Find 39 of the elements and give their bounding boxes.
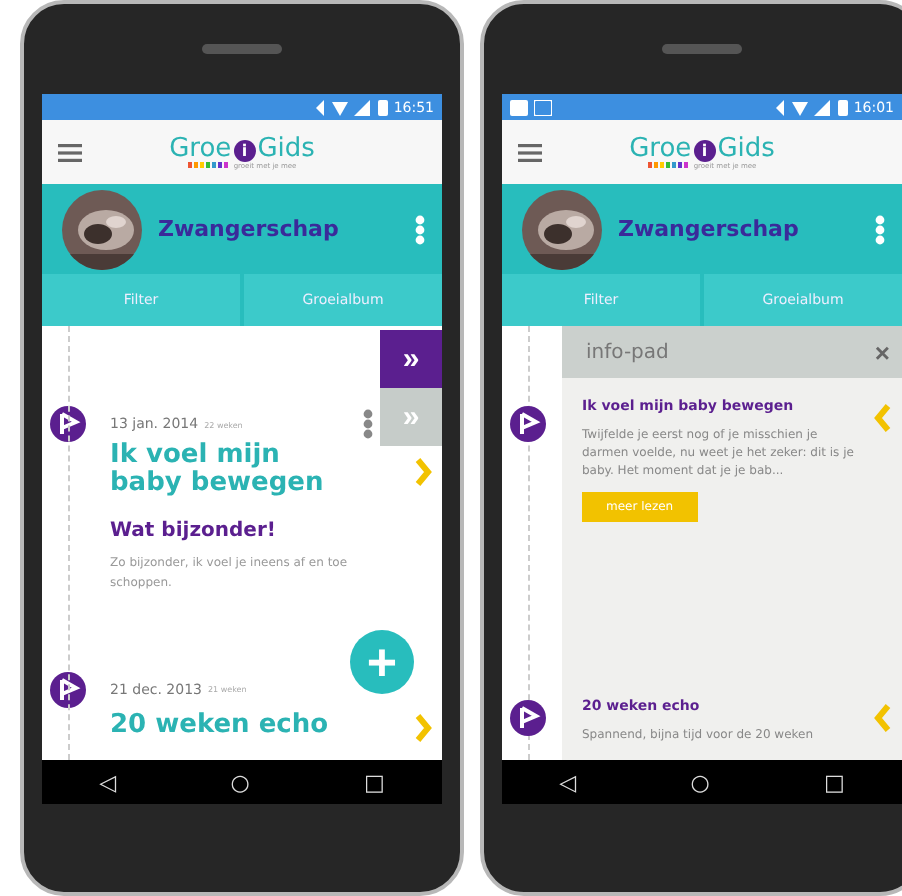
timeline-marker-icon (510, 700, 546, 736)
nav-key[interactable]: □ (356, 769, 393, 795)
timeline-marker-icon (50, 671, 86, 708)
timeline-marker-icon (510, 406, 546, 442)
profile-name: Zwangerschap (618, 216, 801, 242)
chevron-icon[interactable] (872, 702, 894, 734)
timeline-marker-icon (50, 406, 86, 442)
speaker-icon (202, 44, 282, 54)
menu-icon[interactable] (58, 143, 82, 161)
nav-key[interactable]: □ (816, 769, 853, 795)
signal-icon (315, 99, 372, 115)
profile-name: Zwangerschap (158, 216, 341, 242)
entry-title[interactable]: Ik voel mijn baby bewegen (110, 442, 350, 497)
logo: Groe i Gids (169, 135, 315, 161)
dots-icon (187, 162, 228, 168)
more-icon[interactable] (362, 408, 374, 440)
nav-key[interactable]: ◁ (91, 769, 125, 795)
panel-title: info-pad (586, 341, 671, 363)
entry-subtitle: Wat bijzonder! (110, 520, 278, 543)
dots-icon (647, 162, 688, 168)
nav-key[interactable]: ○ (682, 769, 718, 795)
battery-icon (377, 99, 388, 115)
expand-button[interactable]: » (380, 388, 442, 446)
chevron-icon[interactable] (412, 711, 434, 744)
chevron-icon[interactable] (412, 455, 434, 488)
chevron-icon[interactable] (872, 402, 894, 434)
nav-key[interactable]: ○ (222, 769, 258, 795)
signal-icon (775, 99, 832, 115)
entry-title[interactable]: 20 weken echo (110, 711, 350, 739)
add-button[interactable]: + (350, 630, 414, 694)
logo: Groe i Gids (629, 135, 775, 161)
menu-icon[interactable] (518, 143, 542, 161)
more-icon[interactable] (874, 213, 886, 245)
expand-button[interactable]: » (380, 330, 442, 388)
more-icon[interactable] (414, 213, 426, 245)
speaker-icon (662, 44, 742, 54)
nav-key[interactable]: ◁ (551, 769, 585, 795)
battery-icon (837, 99, 848, 115)
close-button[interactable]: × (874, 337, 890, 367)
